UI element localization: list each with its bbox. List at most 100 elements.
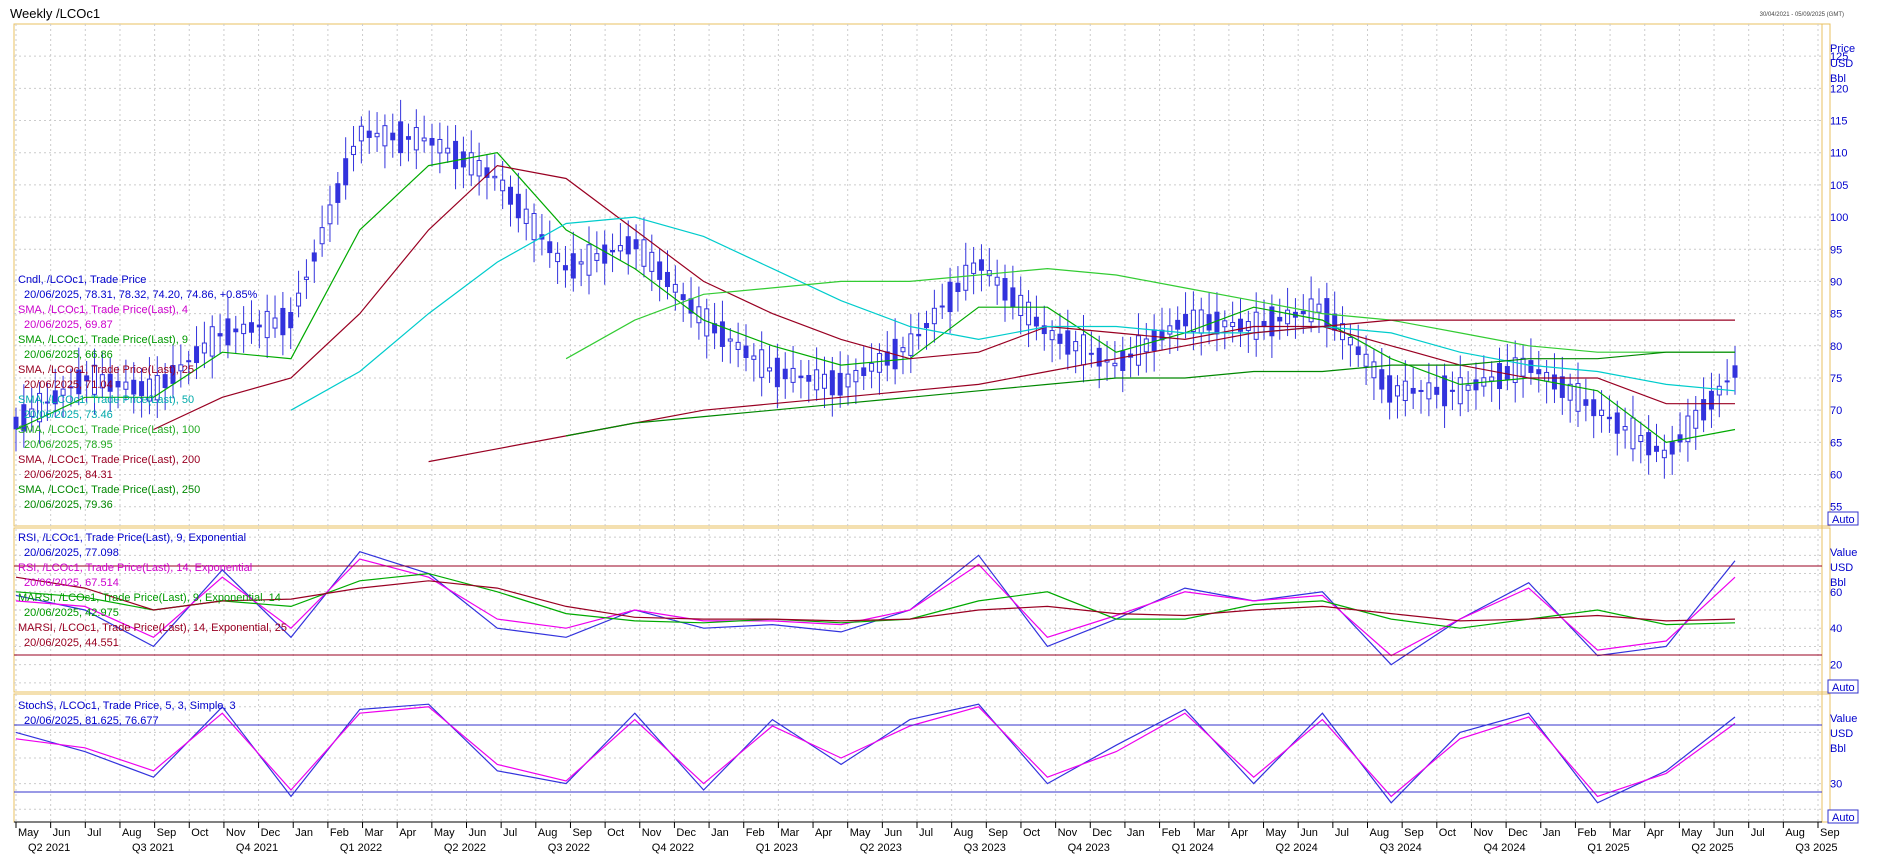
candle-body: [1073, 341, 1079, 352]
x-tick-month: Jun: [1716, 827, 1734, 839]
x-tick-month: Dec: [1092, 827, 1112, 839]
x-tick-quarter: Q1 2022: [340, 842, 382, 854]
rsi-legend-value: 20/06/2025, 67.514: [24, 577, 119, 589]
candle-body: [303, 276, 309, 280]
stoch-axis-label-2: Bbl: [1830, 743, 1846, 755]
price-legend-value: 20/06/2025, 69.87: [24, 319, 113, 331]
rsi-legend-name: MARSI, /LCOc1, Trade Price(Last), 9, Exp…: [18, 592, 281, 604]
candle-body: [900, 347, 906, 353]
candle-body: [782, 368, 788, 380]
x-tick-month: Jan: [1543, 827, 1561, 839]
candle-body: [869, 362, 875, 372]
price-y-tick: 65: [1830, 437, 1842, 449]
candle-body: [735, 341, 741, 350]
rsi-auto-label: Auto: [1832, 682, 1855, 694]
candle-body: [562, 265, 568, 271]
candle-body: [1230, 322, 1236, 328]
grid: [14, 24, 1822, 822]
price-legend-name: SMA, /LCOc1, Trade Price(Last), 200: [18, 454, 200, 466]
x-tick-month: Mar: [1612, 827, 1631, 839]
candle-body: [594, 253, 600, 261]
x-tick-month: Sep: [1404, 827, 1424, 839]
candle-body: [664, 271, 670, 288]
candle-body: [123, 381, 129, 390]
x-tick-month: Mar: [365, 827, 384, 839]
price-legend-name: SMA, /LCOc1, Trade Price(Last), 4: [18, 304, 188, 316]
candle-body: [1026, 301, 1032, 326]
rsi-legend-value: 20/06/2025, 42.975: [24, 607, 119, 619]
x-tick-month: Sep: [1820, 827, 1840, 839]
x-tick-month: Dec: [676, 827, 696, 839]
x-tick-month: Jul: [87, 827, 101, 839]
x-tick-quarter: Q4 2021: [236, 842, 278, 854]
price-series-line-2: [153, 164, 1735, 431]
x-tick-quarter: Q2 2025: [1691, 842, 1733, 854]
candle-body: [1701, 399, 1707, 421]
candle-body: [931, 307, 937, 325]
candle-body: [1465, 384, 1471, 391]
x-tick-quarter: Q4 2022: [652, 842, 694, 854]
candle-body: [641, 239, 647, 267]
price-y-tick: 90: [1830, 276, 1842, 288]
candle-body: [1316, 303, 1322, 313]
candle-body: [374, 132, 380, 138]
candle-body: [209, 326, 215, 357]
x-tick-month: Jan: [1127, 827, 1145, 839]
x-tick-month: Aug: [538, 827, 558, 839]
candle-body: [194, 346, 200, 364]
price-auto-button[interactable]: Auto: [1827, 511, 1859, 526]
x-tick-quarter: Q2 2024: [1276, 842, 1318, 854]
candle-body: [1418, 389, 1424, 392]
rsi-y-tick: 40: [1830, 623, 1842, 635]
price-legend-value: 20/06/2025, 78.31, 78.32, 74.20, 74.86, …: [24, 289, 258, 301]
price-legend-name: Cndl, /LCOc1, Trade Price: [18, 274, 146, 286]
candle-body: [405, 136, 411, 140]
candle-body: [845, 373, 851, 388]
x-axis: May Jun Jul Aug Sep Oct Nov Dec Jan Feb Mar Apr May J…: [14, 821, 1840, 854]
candle-body: [1088, 352, 1094, 355]
stoch-legend-name: StochS, /LCOc1, Trade Price, 5, 3, Simpl…: [18, 700, 236, 712]
candle-body: [986, 270, 992, 277]
x-tick-month: Feb: [746, 827, 765, 839]
candle-body: [1559, 376, 1565, 398]
candle-body: [162, 374, 168, 388]
stoch-auto-button[interactable]: Auto: [1827, 809, 1859, 824]
candle-body: [1183, 313, 1189, 327]
candle-body: [131, 379, 137, 395]
candle-body: [1457, 377, 1463, 405]
candle-body: [947, 281, 953, 313]
x-tick-month: Dec: [261, 827, 281, 839]
x-tick-quarter: Q3 2023: [964, 842, 1006, 854]
candle-body: [1135, 335, 1141, 366]
price-y-tick: 100: [1830, 212, 1848, 224]
candle-body: [186, 360, 192, 363]
candle-body: [1363, 353, 1369, 367]
candle-body: [1473, 379, 1479, 391]
candle-body: [225, 318, 231, 346]
candle-body: [1669, 441, 1675, 455]
candle-body: [1261, 320, 1267, 327]
candle-body: [1120, 350, 1126, 371]
candle-body: [727, 338, 733, 342]
candle-body: [1081, 334, 1087, 366]
chart-svg[interactable]: Price USD Bbl Value USD Bbl Value USD Bb…: [0, 0, 1882, 858]
candle-body: [1096, 347, 1102, 367]
candle-body: [680, 294, 686, 301]
x-tick-month: Sep: [572, 827, 592, 839]
candle-body: [382, 125, 388, 147]
candle-body: [1654, 445, 1660, 452]
candle-body: [351, 145, 357, 156]
stoch-axis-label-0: Value: [1830, 713, 1857, 725]
candle-body: [1049, 330, 1055, 341]
candle-body: [1708, 390, 1714, 410]
candle-body: [1591, 399, 1597, 417]
candle-body: [1387, 375, 1393, 403]
candle-body: [1716, 385, 1722, 396]
candle-body: [963, 264, 969, 291]
candle-body: [924, 323, 930, 329]
candle-body: [241, 323, 247, 335]
rsi-auto-button[interactable]: Auto: [1827, 679, 1859, 694]
candle-body: [1206, 314, 1212, 331]
candle-body: [280, 307, 286, 336]
x-tick-month: Apr: [1647, 827, 1664, 839]
